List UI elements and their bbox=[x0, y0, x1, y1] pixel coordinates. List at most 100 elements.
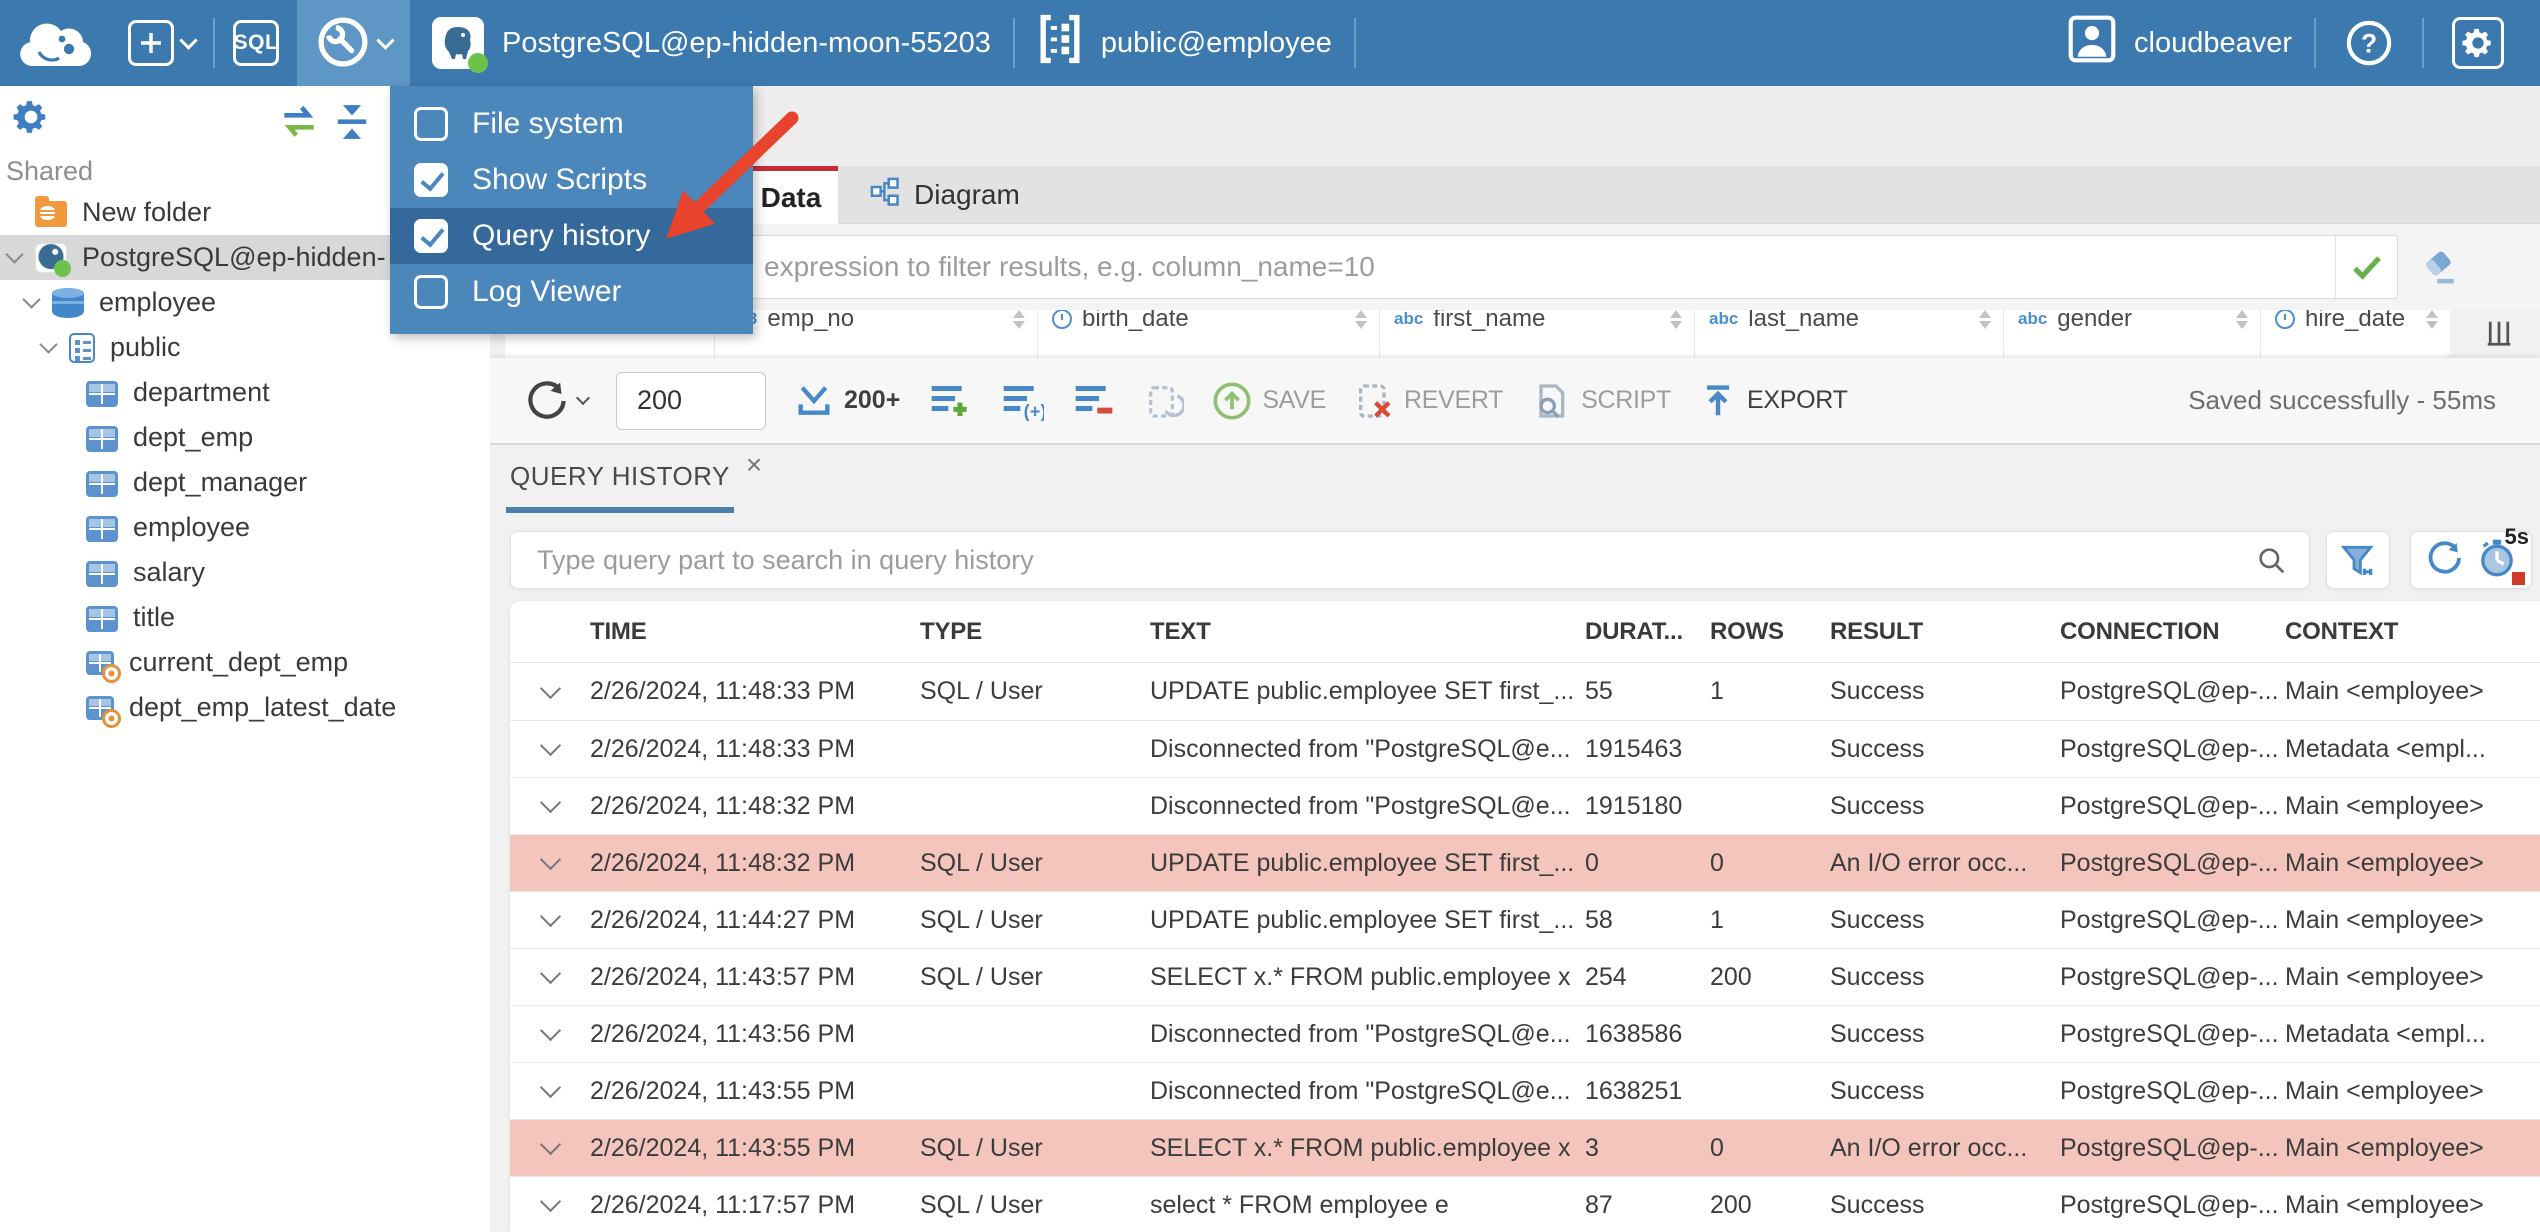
column-header[interactable]: CONNECTION bbox=[2060, 618, 2285, 646]
query-history-row[interactable]: 2/26/2024, 11:43:56 PM Disconnected from… bbox=[510, 1005, 2540, 1062]
column-header[interactable]: CONTEXT bbox=[2285, 618, 2540, 646]
query-history-row[interactable]: 2/26/2024, 11:43:55 PM Disconnected from… bbox=[510, 1062, 2540, 1119]
grid-column-header[interactable]: abc gender bbox=[2004, 310, 2261, 358]
add-row-button[interactable] bbox=[928, 381, 972, 421]
refresh-grid-button[interactable] bbox=[1144, 381, 1185, 421]
refresh-button[interactable] bbox=[526, 380, 591, 422]
new-connection-button[interactable] bbox=[110, 0, 213, 86]
query-history-row[interactable]: 2/26/2024, 11:17:57 PM SQL / User select… bbox=[510, 1176, 2540, 1232]
sync-connection-icon[interactable] bbox=[276, 102, 322, 147]
export-button[interactable]: EXPORT bbox=[1699, 381, 1848, 421]
expand-row-icon[interactable] bbox=[539, 962, 561, 985]
postgres-icon bbox=[432, 17, 488, 73]
sql-editor-button[interactable]: SQL bbox=[215, 0, 297, 86]
sort-arrows-icon[interactable] bbox=[1355, 310, 1367, 329]
sidebar-settings-icon[interactable] bbox=[12, 98, 50, 141]
sort-arrows-icon[interactable] bbox=[2426, 310, 2438, 329]
tab-data[interactable]: Data bbox=[744, 166, 838, 224]
checkbox-icon[interactable] bbox=[414, 107, 448, 141]
chevron-down-icon[interactable] bbox=[5, 245, 24, 264]
grid-column-header[interactable]: 123 emp_no bbox=[715, 310, 1038, 358]
row-limit-input[interactable] bbox=[616, 371, 766, 430]
duplicate-row-button[interactable]: (+) bbox=[1000, 381, 1044, 421]
grid-column-header[interactable]: abc first_name bbox=[1380, 310, 1695, 358]
user-menu-button[interactable]: cloudbeaver bbox=[2066, 13, 2292, 73]
expand-row-icon[interactable] bbox=[539, 1019, 561, 1042]
refresh-icon[interactable] bbox=[2425, 539, 2463, 582]
expand-row-icon[interactable] bbox=[539, 905, 561, 928]
column-header[interactable]: RESULT bbox=[1830, 618, 2060, 646]
revert-button[interactable]: REVERT bbox=[1354, 381, 1503, 421]
query-history-row[interactable]: 2/26/2024, 11:43:55 PM SQL / User SELECT… bbox=[510, 1119, 2540, 1176]
clear-filter-button[interactable] bbox=[2412, 240, 2466, 294]
schema-selector[interactable]: public@employee bbox=[1015, 0, 1354, 86]
menu-item[interactable]: File system bbox=[390, 96, 753, 152]
sql-icon: SQL bbox=[233, 20, 279, 66]
query-history-row[interactable]: 2/26/2024, 11:48:32 PM Disconnected from… bbox=[510, 777, 2540, 834]
sort-arrows-icon[interactable] bbox=[1979, 310, 1991, 329]
connection-selector[interactable]: PostgreSQL@ep-hidden-moon-55203 bbox=[410, 0, 1013, 86]
query-history-row[interactable]: 2/26/2024, 11:48:33 PM SQL / User UPDATE… bbox=[510, 663, 2540, 720]
tree-item[interactable]: dept_manager bbox=[0, 460, 490, 505]
sort-arrows-icon[interactable] bbox=[2236, 310, 2248, 329]
expand-row-icon[interactable] bbox=[539, 1076, 561, 1099]
timer-icon[interactable]: 5s bbox=[2477, 524, 2529, 585]
save-button[interactable]: SAVE bbox=[1212, 381, 1326, 421]
chevron-down-icon[interactable] bbox=[22, 290, 41, 309]
grid-column-header[interactable]: abc last_name bbox=[1695, 310, 2004, 358]
chevron-down-icon[interactable] bbox=[39, 335, 58, 354]
expand-row-icon[interactable] bbox=[539, 734, 561, 757]
fetch-more-button[interactable]: 200+ bbox=[794, 381, 900, 421]
script-button[interactable]: SCRIPT bbox=[1531, 381, 1671, 421]
clipboard-icon bbox=[1149, 385, 1185, 418]
column-picker-icon[interactable] bbox=[2484, 318, 2514, 353]
tree-item[interactable]: current_dept_emp bbox=[0, 640, 490, 685]
grid-column-header[interactable]: birth_date bbox=[1038, 310, 1380, 358]
delete-row-button[interactable] bbox=[1072, 381, 1116, 421]
tree-item[interactable]: dept_emp_latest_date bbox=[0, 685, 490, 730]
auto-refresh-control[interactable]: 5s bbox=[2410, 524, 2532, 589]
checkbox-icon[interactable] bbox=[414, 219, 448, 253]
filter-input[interactable] bbox=[506, 236, 2335, 298]
menu-item[interactable]: Log Viewer bbox=[390, 264, 753, 320]
expand-row-icon[interactable] bbox=[539, 677, 561, 699]
close-icon[interactable] bbox=[746, 455, 763, 475]
column-header[interactable]: ROWS bbox=[1710, 618, 1830, 646]
connection-status-dot bbox=[468, 53, 488, 73]
tab-query-history[interactable]: QUERY HISTORY bbox=[510, 451, 763, 503]
column-header[interactable]: TYPE bbox=[920, 618, 1150, 646]
tree-item[interactable]: department bbox=[0, 370, 490, 415]
sort-arrows-icon[interactable] bbox=[1670, 310, 1682, 329]
schema-icon bbox=[1037, 13, 1083, 73]
column-header[interactable]: TIME bbox=[590, 618, 920, 646]
cell-connection: PostgreSQL@ep-... bbox=[2060, 1019, 2279, 1048]
query-history-row[interactable]: 2/26/2024, 11:44:27 PM SQL / User UPDATE… bbox=[510, 891, 2540, 948]
query-history-row[interactable]: 2/26/2024, 11:48:32 PM SQL / User UPDATE… bbox=[510, 834, 2540, 891]
expand-row-icon[interactable] bbox=[539, 1133, 561, 1156]
apply-filter-button[interactable] bbox=[2335, 236, 2397, 298]
settings-button[interactable] bbox=[2446, 0, 2510, 86]
help-button[interactable]: ? bbox=[2338, 0, 2400, 86]
column-header[interactable]: DURAT... bbox=[1585, 618, 1710, 646]
expand-row-icon[interactable] bbox=[539, 791, 561, 814]
tree-item[interactable]: employee bbox=[0, 505, 490, 550]
checkbox-icon[interactable] bbox=[414, 163, 448, 197]
checkbox-icon[interactable] bbox=[414, 275, 448, 309]
menu-item[interactable]: Query history bbox=[390, 208, 753, 264]
sort-arrows-icon[interactable] bbox=[1013, 310, 1025, 329]
tools-menu-button[interactable] bbox=[297, 0, 410, 86]
search-input[interactable] bbox=[510, 531, 2310, 589]
filter-button[interactable] bbox=[2326, 531, 2390, 589]
expand-row-icon[interactable] bbox=[539, 1190, 561, 1213]
expand-row-icon[interactable] bbox=[539, 848, 561, 871]
tree-item[interactable]: title bbox=[0, 595, 490, 640]
tree-item[interactable]: dept_emp bbox=[0, 415, 490, 460]
tree-item[interactable]: salary bbox=[0, 550, 490, 595]
query-history-row[interactable]: 2/26/2024, 11:48:33 PM Disconnected from… bbox=[510, 720, 2540, 777]
column-header[interactable]: TEXT bbox=[1150, 618, 1585, 646]
tab-diagram[interactable]: Diagram bbox=[850, 166, 1040, 224]
query-history-row[interactable]: 2/26/2024, 11:43:57 PM SQL / User SELECT… bbox=[510, 948, 2540, 1005]
collapse-all-icon[interactable] bbox=[330, 102, 374, 147]
menu-item[interactable]: Show Scripts bbox=[390, 152, 753, 208]
grid-column-header[interactable]: hire_date bbox=[2261, 310, 2450, 358]
